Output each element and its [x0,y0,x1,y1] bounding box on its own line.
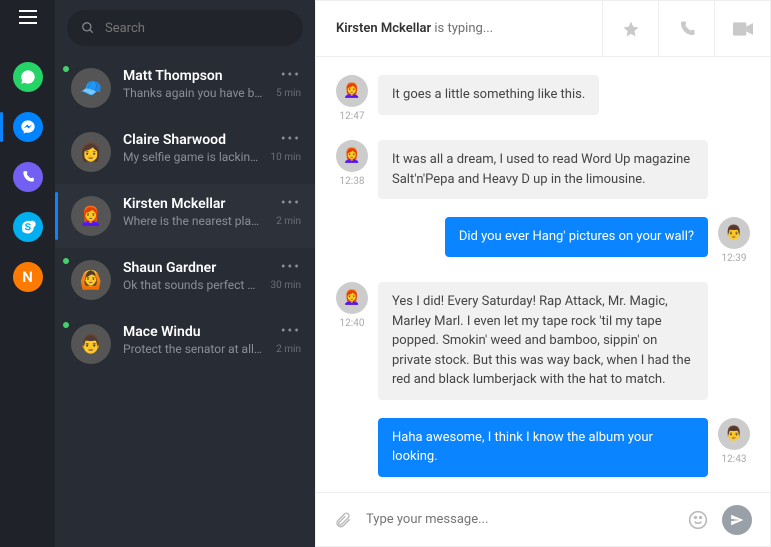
phone-icon[interactable] [658,1,714,57]
message-avatar [718,418,750,450]
app-whatsapp-icon[interactable] [13,62,43,92]
avatar [71,260,111,300]
message-time: 12:39 [718,253,750,264]
chat-name: Kirsten Mckellar [123,196,264,212]
chat-time: 30 min [271,280,301,291]
online-indicator [63,66,69,72]
attachment-icon[interactable] [334,511,352,529]
chat-list-item[interactable]: Mace Windu Protect the senator at all co… [55,312,315,376]
search-input[interactable] [105,21,289,36]
chat-list-item[interactable]: Claire Sharwood My selfie game is lackin… [55,120,315,184]
app-skype-icon[interactable] [13,212,43,242]
message-time: 12:38 [336,176,368,187]
app-rail: N [0,0,55,547]
message-list: 12:47 It goes a little something like th… [316,57,770,492]
message-avatar [718,217,750,249]
message-bubble: Haha awesome, I think I know the album y… [378,418,708,477]
chat-list-item[interactable]: Kirsten Mckellar Where is the nearest pl… [55,184,315,248]
message-bubble: Yes I did! Every Saturday! Rap Attack, M… [378,282,708,400]
message-time: 12:47 [336,111,368,122]
chat-name: Mace Windu [123,324,264,340]
header-contact-name: Kirsten Mckellar [336,21,431,36]
video-icon[interactable] [714,1,770,57]
message-bubble: It was all a dream, I used to read Word … [378,140,708,199]
search-icon [81,21,95,35]
app-messenger-icon[interactable] [13,112,43,142]
message-input[interactable] [366,512,674,527]
avatar [71,324,111,364]
chat-name: Claire Sharwood [123,132,259,148]
chat-time: 10 min [271,152,301,163]
message-time: 12:40 [336,318,368,329]
header-status: is typing... [434,21,493,36]
chat-time: 2 min [276,216,301,227]
chat-list-item[interactable]: Shaun Gardner Ok that sounds perfect 👍 •… [55,248,315,312]
app-n-icon[interactable]: N [13,262,43,292]
chat-list-panel: Matt Thompson Thanks again you have been… [55,0,315,547]
more-icon[interactable]: ••• [281,324,301,338]
avatar [71,196,111,236]
chat-time: 2 min [276,344,301,355]
chat-preview: Protect the senator at all costs. [123,342,264,356]
online-indicator [63,258,69,264]
chat-time: 5 min [276,88,301,99]
chat-name: Matt Thompson [123,68,264,84]
message-row: 12:47 It goes a little something like th… [336,75,750,122]
menu-icon[interactable] [19,10,37,24]
chat-preview: Thanks again you have been… [123,86,264,100]
typing-indicator: Kirsten Mckellar is typing... [316,21,602,36]
message-avatar [336,140,368,172]
more-icon[interactable]: ••• [281,132,301,146]
more-icon[interactable]: ••• [281,68,301,82]
chat-list-item[interactable]: Matt Thompson Thanks again you have been… [55,56,315,120]
message-bubble: Did you ever Hang' pictures on your wall… [445,217,708,257]
chat-preview: Ok that sounds perfect 👍 [123,278,259,292]
search-field[interactable] [67,10,303,46]
message-row: 12:43 Haha awesome, I think I know the a… [336,418,750,477]
star-icon[interactable] [602,1,658,57]
message-time: 12:43 [718,454,750,465]
message-row: 12:39 Did you ever Hang' pictures on you… [336,217,750,264]
message-bubble: It goes a little something like this. [378,75,599,115]
avatar [71,132,111,172]
conversation-panel: Kirsten Mckellar is typing... 12:47 It g… [315,0,771,547]
message-row: 12:38 It was all a dream, I used to read… [336,140,750,199]
chat-preview: Where is the nearest place to… [123,214,264,228]
send-button[interactable] [722,505,752,535]
chat-name: Shaun Gardner [123,260,259,276]
message-composer [316,492,770,546]
message-avatar [336,75,368,107]
message-avatar [336,282,368,314]
app-viber-icon[interactable] [13,162,43,192]
avatar [71,68,111,108]
chat-preview: My selfie game is lacking can… [123,150,259,164]
conversation-header: Kirsten Mckellar is typing... [316,1,770,57]
message-row: 12:40 Yes I did! Every Saturday! Rap Att… [336,282,750,400]
emoji-icon[interactable] [688,510,708,530]
more-icon[interactable]: ••• [281,196,301,210]
more-icon[interactable]: ••• [281,260,301,274]
online-indicator [63,322,69,328]
